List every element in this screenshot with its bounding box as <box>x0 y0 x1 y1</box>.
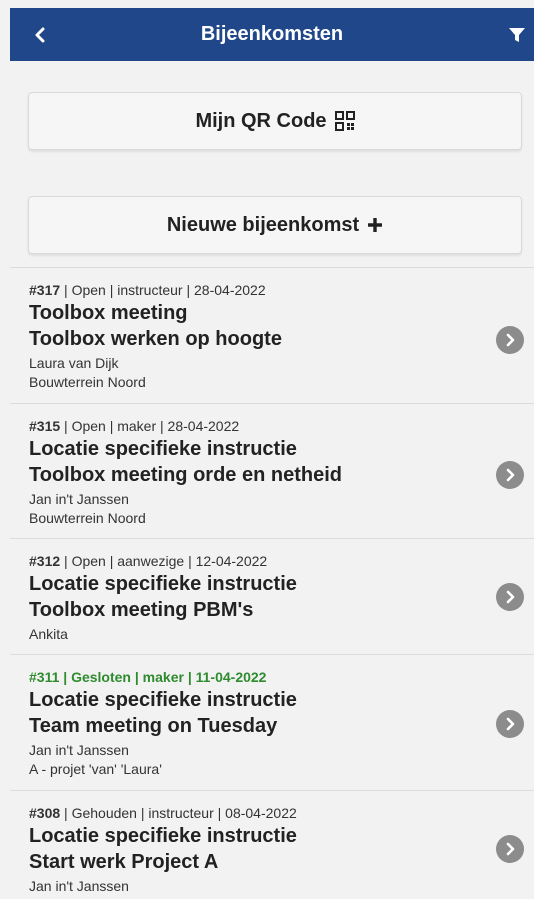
meeting-status-line: | Gehouden | instructeur | 08-04-2022 <box>60 805 297 821</box>
meeting-person: Jan in't Janssen <box>29 878 129 894</box>
meeting-title: Start werk Project A <box>29 851 219 873</box>
meeting-type: Locatie specifieke instructie <box>29 689 297 711</box>
meeting-status-line: | Open | instructeur | 28-04-2022 <box>60 282 266 298</box>
meeting-title: Toolbox meeting orde en netheid <box>29 464 342 486</box>
meeting-person: Jan in't Janssen <box>29 742 129 758</box>
qr-code-icon <box>334 111 355 131</box>
qr-button-label: Mijn QR Code <box>195 109 327 132</box>
meeting-status-line: | Open | aanwezige | 12-04-2022 <box>60 553 268 569</box>
meeting-location: Bouwterrein Noord <box>29 374 146 390</box>
chevron-right-icon <box>496 461 524 489</box>
meeting-type: Locatie specifieke instructie <box>29 438 297 460</box>
meeting-meta: #308 | Gehouden | instructeur | 08-04-20… <box>29 803 464 823</box>
meeting-item-312[interactable]: #312 | Open | aanwezige | 12-04-2022 Loc… <box>10 538 534 654</box>
chevron-left-icon <box>35 27 45 42</box>
meeting-person: Laura van Dijk <box>29 355 119 371</box>
chevron-right-icon <box>496 710 524 738</box>
new-meeting-label: Nieuwe bijeenkomst <box>166 213 360 236</box>
filter-icon <box>509 27 525 42</box>
meeting-meta: #315 | Open | maker | 28-04-2022 <box>29 416 464 436</box>
meeting-id: #312 <box>29 553 61 569</box>
page-title: Bijeenkomsten <box>200 23 344 45</box>
chevron-right-icon <box>496 835 524 863</box>
meeting-type: Locatie specifieke instructie <box>29 573 297 595</box>
meeting-status-line: | Open | maker | 28-04-2022 <box>60 418 240 434</box>
chevron-right-icon <box>496 583 524 611</box>
meeting-person: Jan in't Janssen <box>29 491 129 507</box>
meeting-item-315[interactable]: #315 | Open | maker | 28-04-2022 Locatie… <box>10 403 534 538</box>
meeting-meta: #312 | Open | aanwezige | 12-04-2022 <box>29 551 464 571</box>
meeting-type: Toolbox meeting <box>29 302 188 324</box>
header-bar: Bijeenkomsten <box>10 8 534 61</box>
meeting-list: #317 | Open | instructeur | 28-04-2022 T… <box>10 267 534 899</box>
meeting-id: #317 <box>29 282 61 298</box>
my-qr-code-button[interactable]: Mijn QR Code <box>28 92 522 150</box>
meeting-title: Team meeting on Tuesday <box>29 715 278 737</box>
new-meeting-button[interactable]: Nieuwe bijeenkomst <box>28 196 522 254</box>
meeting-item-311[interactable]: #311 | Gesloten | maker | 11-04-2022 Loc… <box>10 654 534 790</box>
meeting-item-308[interactable]: #308 | Gehouden | instructeur | 08-04-20… <box>10 790 534 899</box>
meeting-item-317[interactable]: #317 | Open | instructeur | 28-04-2022 T… <box>10 267 534 403</box>
meeting-location: Bouwterrein Noord <box>29 510 146 526</box>
plus-icon <box>367 217 383 233</box>
meeting-title: Toolbox werken op hoogte <box>29 328 282 350</box>
chevron-right-icon <box>496 326 524 354</box>
meeting-id: #315 <box>29 418 61 434</box>
meeting-title: Toolbox meeting PBM's <box>29 599 254 621</box>
meeting-id: #308 <box>29 805 61 821</box>
meeting-meta: #317 | Open | instructeur | 28-04-2022 <box>29 280 464 300</box>
main-content: Mijn QR Code Nieuwe bijeenkomst #317 | O… <box>10 61 534 899</box>
meeting-person: Ankita <box>29 626 68 642</box>
back-button[interactable] <box>34 8 46 61</box>
meeting-meta: #311 | Gesloten | maker | 11-04-2022 <box>29 669 267 685</box>
meeting-location: A - projet 'van' 'Laura' <box>29 761 162 777</box>
meeting-type: Locatie specifieke instructie <box>29 825 297 847</box>
filter-button[interactable] <box>508 8 526 61</box>
